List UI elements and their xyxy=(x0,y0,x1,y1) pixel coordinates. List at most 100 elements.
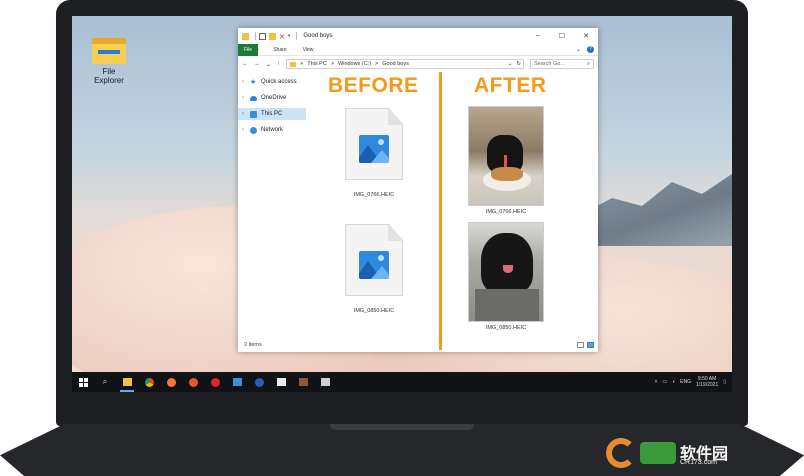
notification-icon[interactable]: ▯ xyxy=(723,379,726,385)
system-tray: ˄ ▭ ◖ ENG 9:50 AM 1/19/2021 ▯ xyxy=(654,376,732,388)
desktop-icon-label: File Explorer xyxy=(94,67,124,85)
clock-date: 1/19/2021 xyxy=(695,382,719,388)
up-arrow-icon[interactable]: ↑ xyxy=(277,61,280,67)
tab-share[interactable]: Share xyxy=(266,47,294,53)
volume-icon[interactable]: ◖ xyxy=(672,379,675,385)
chrome-icon[interactable] xyxy=(138,372,160,392)
address-dropdown-icon[interactable]: ⌄ xyxy=(508,61,513,67)
tab-view[interactable]: View xyxy=(294,47,322,53)
app-icon[interactable] xyxy=(314,372,336,392)
chevron-right-icon[interactable]: › xyxy=(242,95,246,101)
view-toggle xyxy=(577,342,598,348)
file-item[interactable]: IMG_0850.HEIC xyxy=(334,224,414,314)
details-view-icon[interactable] xyxy=(577,342,584,348)
address-bar[interactable]: > This PC > Windows (C:) > Good boys ⌄ ↻ xyxy=(286,59,524,69)
network-icon[interactable]: ▭ xyxy=(662,379,667,385)
after-heading: AFTER xyxy=(474,74,547,97)
nav-item-quick-access[interactable]: › ★ Quick access xyxy=(238,76,306,88)
app-icon[interactable] xyxy=(270,372,292,392)
recent-locations-icon[interactable]: ⌄ xyxy=(266,61,271,68)
network-icon xyxy=(250,126,257,134)
breadcrumb-good-boys[interactable]: Good boys xyxy=(382,61,409,67)
breadcrumb-separator: > xyxy=(375,61,379,67)
chevron-right-icon[interactable]: › xyxy=(242,111,246,117)
forward-arrow-icon[interactable]: → xyxy=(254,61,260,67)
window-title: Good boys xyxy=(303,33,333,39)
close-button[interactable]: ✕ xyxy=(574,32,598,40)
item-count: 2 items xyxy=(244,342,262,348)
watermark-subtext: CR173.com xyxy=(680,459,717,466)
file-explorer-window: ✕ ▾ Good boys – ☐ ✕ File Home Share View… xyxy=(238,28,598,352)
store-icon[interactable] xyxy=(226,372,248,392)
before-heading: BEFORE xyxy=(328,74,419,97)
new-folder-icon[interactable] xyxy=(269,32,276,40)
chevron-up-icon[interactable]: ˄ xyxy=(654,379,657,385)
file-item[interactable]: IMG_0766.HEIC xyxy=(334,108,414,198)
nav-item-this-pc[interactable]: › This PC xyxy=(238,108,306,120)
chevron-right-icon[interactable]: › xyxy=(242,79,246,85)
properties-icon[interactable] xyxy=(259,32,266,40)
search-icon: ⌕ xyxy=(586,60,590,67)
tab-file[interactable]: File xyxy=(238,43,258,56)
start-button[interactable] xyxy=(72,372,94,392)
refresh-icon[interactable]: ↻ xyxy=(516,61,523,67)
file-view: BEFORE AFTER IMG_0766.HEIC IMG_0850.HEIC… xyxy=(306,72,598,350)
window-body: › ★ Quick access › OneDrive › This PC › xyxy=(238,72,598,350)
comparison-divider xyxy=(439,72,442,350)
laptop-hinge xyxy=(330,424,474,430)
expand-ribbon-icon[interactable]: ⌄ xyxy=(576,46,581,53)
ribbon-right-controls: ⌄ ? xyxy=(576,46,598,53)
photo-thumbnail xyxy=(468,106,544,206)
breadcrumb-windows-c[interactable]: Windows (C:) xyxy=(338,61,371,67)
breadcrumb-separator: > xyxy=(300,61,304,67)
chevron-down-icon[interactable]: ▾ xyxy=(288,33,291,40)
image-file-icon xyxy=(345,224,403,296)
image-file-icon xyxy=(345,108,403,180)
minimize-button[interactable]: – xyxy=(526,32,550,40)
computer-icon xyxy=(250,110,257,118)
app-icon[interactable] xyxy=(248,372,270,392)
breadcrumb-this-pc[interactable]: This PC xyxy=(307,61,327,67)
search-input[interactable]: Search Go... ⌕ xyxy=(530,59,594,69)
file-name: IMG_0850.HEIC xyxy=(353,308,395,314)
opera-icon[interactable] xyxy=(204,372,226,392)
watermark-logo: 软件园 CR173.com xyxy=(606,436,786,472)
file-explorer-taskbar-icon[interactable] xyxy=(116,372,138,392)
firefox-icon[interactable] xyxy=(160,372,182,392)
desktop-icon-file-explorer[interactable]: File Explorer xyxy=(86,36,132,85)
laptop: File Explorer ✕ ▾ Good boys – ☐ ✕ File H… xyxy=(0,0,804,476)
nav-item-label: OneDrive xyxy=(261,95,287,101)
file-name: IMG_0850.HEIC xyxy=(485,325,527,331)
windows-logo-icon xyxy=(78,377,88,387)
navigation-pane: › ★ Quick access › OneDrive › This PC › xyxy=(238,72,306,338)
app-icon[interactable] xyxy=(292,372,314,392)
delete-icon[interactable]: ✕ xyxy=(279,33,285,41)
search-placeholder: Search Go... xyxy=(534,61,565,67)
clock[interactable]: 9:50 AM 1/19/2021 xyxy=(696,376,718,388)
file-item[interactable]: IMG_0850.HEIC xyxy=(466,222,546,331)
folder-icon xyxy=(290,61,297,67)
nav-item-onedrive[interactable]: › OneDrive xyxy=(238,92,306,104)
file-name: IMG_0766.HEIC xyxy=(485,209,527,215)
search-icon[interactable]: ⌕ xyxy=(94,372,116,392)
chevron-right-icon[interactable]: › xyxy=(242,127,246,133)
wallpaper-mountain xyxy=(582,174,732,246)
star-icon: ★ xyxy=(250,78,257,86)
file-name: IMG_0766.HEIC xyxy=(353,192,395,198)
file-item[interactable]: IMG_0766.HEIC xyxy=(466,106,546,215)
nav-item-network[interactable]: › Network xyxy=(238,124,306,136)
folder-icon xyxy=(242,32,249,40)
nav-item-label: This PC xyxy=(261,111,283,117)
back-arrow-icon[interactable]: ← xyxy=(242,61,248,67)
maximize-button[interactable]: ☐ xyxy=(550,32,574,40)
nav-item-label: Network xyxy=(261,127,284,133)
title-bar: ✕ ▾ Good boys – ☐ ✕ xyxy=(238,28,598,44)
address-row: ← → ⌄ ↑ > This PC > Windows (C:) > Good … xyxy=(238,56,598,72)
status-bar: 2 items xyxy=(238,338,598,352)
cloud-icon xyxy=(250,95,257,101)
language-indicator[interactable]: ENG xyxy=(680,379,691,385)
firefox-icon[interactable] xyxy=(182,372,204,392)
help-icon[interactable]: ? xyxy=(587,46,594,53)
large-icons-view-icon[interactable] xyxy=(587,342,594,348)
divider xyxy=(296,32,298,40)
